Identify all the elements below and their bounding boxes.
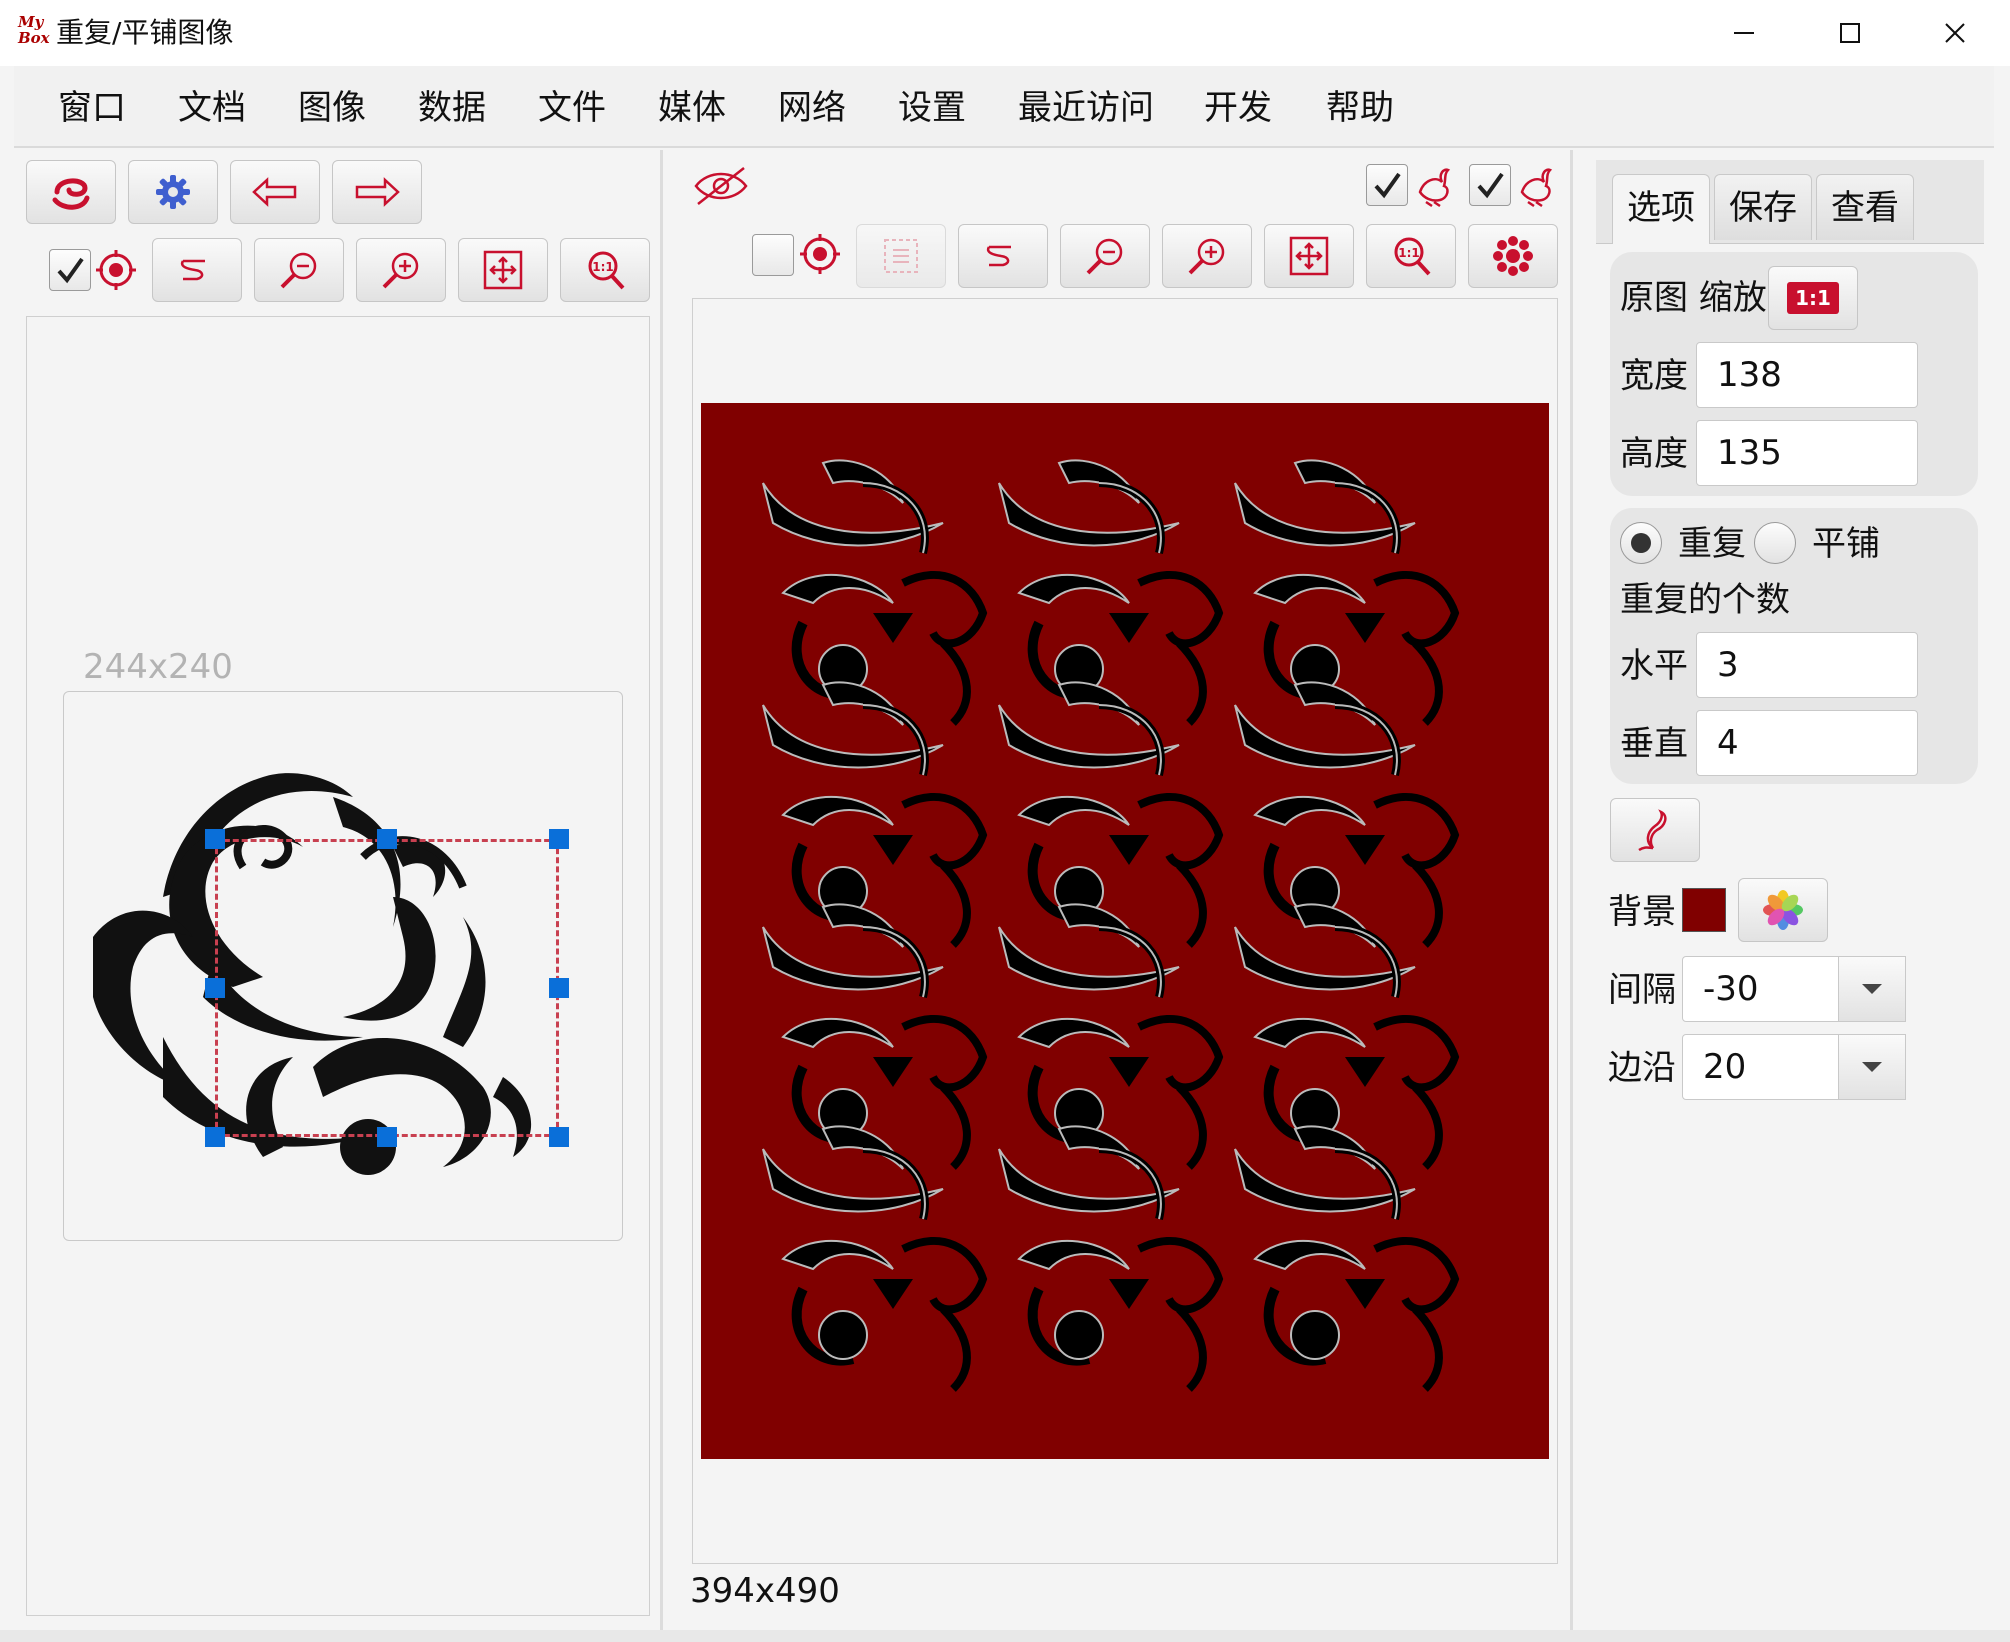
tile-label: 平铺: [1812, 524, 1880, 564]
interval-label: 间隔: [1608, 970, 1676, 1010]
settings-gear-button[interactable]: [128, 160, 218, 224]
handle-bottom-right[interactable]: [549, 1127, 569, 1147]
zoom-in-button[interactable]: [1162, 224, 1252, 288]
result-option2-checkbox[interactable]: [1469, 164, 1511, 206]
menu-document[interactable]: 文档: [178, 88, 246, 128]
source-center-checkbox[interactable]: [49, 249, 91, 291]
handle-top-right[interactable]: [549, 829, 569, 849]
chevron-down-icon[interactable]: [1838, 1034, 1906, 1100]
result-pane: 1:1 394x490: [676, 150, 1570, 1628]
result-center-checkbox[interactable]: [752, 234, 794, 276]
width-label: 宽度: [1620, 356, 1688, 396]
menu-recent[interactable]: 最近访问: [1018, 88, 1154, 128]
height-label: 高度: [1620, 434, 1688, 474]
svg-text:1:1: 1:1: [592, 260, 614, 274]
handle-bottom[interactable]: [377, 1127, 397, 1147]
ratio-badge: 1:1: [1787, 282, 1839, 314]
close-button[interactable]: [1905, 0, 2005, 66]
repeat-label: 重复: [1678, 524, 1746, 564]
result-image: [701, 403, 1549, 1459]
background-label: 背景: [1608, 892, 1676, 932]
source-viewport[interactable]: 244x240: [26, 316, 650, 1616]
repeat-count-label: 重复的个数: [1620, 580, 1790, 620]
pan-button[interactable]: [152, 238, 242, 302]
zoom-in-button[interactable]: [356, 238, 446, 302]
svg-text:1:1: 1:1: [1398, 246, 1420, 260]
color-palette-button[interactable]: [1738, 878, 1828, 942]
result-size-label: 394x490: [690, 1571, 840, 1611]
handle-top[interactable]: [377, 829, 397, 849]
maximize-button[interactable]: [1800, 0, 1900, 66]
menu-develop[interactable]: 开发: [1204, 88, 1272, 128]
next-button[interactable]: [332, 160, 422, 224]
crop-selection[interactable]: [215, 839, 559, 1137]
window-title: 重复/平铺图像: [56, 16, 234, 49]
pane-divider[interactable]: [660, 150, 663, 1630]
menu-data[interactable]: 数据: [418, 88, 486, 128]
target-icon: [94, 248, 138, 296]
tab-view[interactable]: 查看: [1816, 174, 1914, 240]
handle-top-left[interactable]: [205, 829, 225, 849]
source-size-label: 244x240: [83, 647, 233, 687]
options-pane: 选项 保存 查看 原图 缩放 1:1 宽度 138 高度 135 重复 平铺 重…: [1586, 150, 1996, 1628]
horizontal-label: 水平: [1620, 646, 1688, 686]
handle-right[interactable]: [549, 978, 569, 998]
myboxlogo-button[interactable]: [26, 160, 116, 224]
menu-file[interactable]: 文件: [538, 88, 606, 128]
select-all-button[interactable]: [856, 224, 946, 288]
menu-help[interactable]: 帮助: [1326, 88, 1394, 128]
eye-hide-icon[interactable]: [692, 164, 750, 212]
menu-media[interactable]: 媒体: [658, 88, 726, 128]
target-icon: [798, 232, 842, 280]
original-size-button[interactable]: 1:1: [1366, 224, 1456, 288]
background-color-swatch[interactable]: [1682, 888, 1726, 932]
menu-bar: 窗口 文档 图像 数据 文件 媒体 网络 设置 最近访问 开发 帮助: [14, 66, 1994, 148]
original-size-button[interactable]: 1:1: [560, 238, 650, 302]
margin-label: 边沿: [1608, 1048, 1676, 1088]
handle-left[interactable]: [205, 978, 225, 998]
menu-window[interactable]: 窗口: [58, 88, 126, 128]
tab-save[interactable]: 保存: [1714, 174, 1812, 240]
vertical-field[interactable]: 4: [1696, 710, 1918, 776]
fit-window-button[interactable]: [458, 238, 548, 302]
zoom-out-button[interactable]: [1060, 224, 1150, 288]
original-scale-button[interactable]: 1:1: [1768, 266, 1858, 330]
result-option1-checkbox[interactable]: [1366, 164, 1408, 206]
fit-window-button[interactable]: [1264, 224, 1354, 288]
bird-icon: [1414, 162, 1454, 212]
menu-network[interactable]: 网络: [778, 88, 846, 128]
tab-options[interactable]: 选项: [1612, 174, 1710, 244]
status-strip: [0, 1630, 2010, 1642]
image-options-button[interactable]: [1468, 224, 1558, 288]
height-field[interactable]: 135: [1696, 420, 1918, 486]
width-field[interactable]: 138: [1696, 342, 1918, 408]
horizontal-field[interactable]: 3: [1696, 632, 1918, 698]
pan-button[interactable]: [958, 224, 1048, 288]
handle-bottom-left[interactable]: [205, 1127, 225, 1147]
zoom-out-button[interactable]: [254, 238, 344, 302]
repeat-radio[interactable]: [1620, 522, 1662, 564]
bird-icon: [1516, 162, 1556, 212]
pane-divider[interactable]: [1570, 150, 1573, 1630]
original-scale-label: 原图 缩放: [1620, 278, 1767, 318]
app-logo-icon: My Box: [18, 13, 50, 47]
minimize-button[interactable]: [1694, 0, 1794, 66]
result-viewport[interactable]: [692, 298, 1558, 1564]
vertical-label: 垂直: [1620, 724, 1688, 764]
paint-brush-button[interactable]: [1610, 798, 1700, 862]
previous-button[interactable]: [230, 160, 320, 224]
source-pane: 1:1 244x240: [14, 150, 660, 1628]
menu-settings[interactable]: 设置: [898, 88, 966, 128]
tile-radio[interactable]: [1754, 522, 1796, 564]
title-bar: My Box 重复/平铺图像: [0, 0, 2010, 66]
menu-image[interactable]: 图像: [298, 88, 366, 128]
chevron-down-icon[interactable]: [1838, 956, 1906, 1022]
